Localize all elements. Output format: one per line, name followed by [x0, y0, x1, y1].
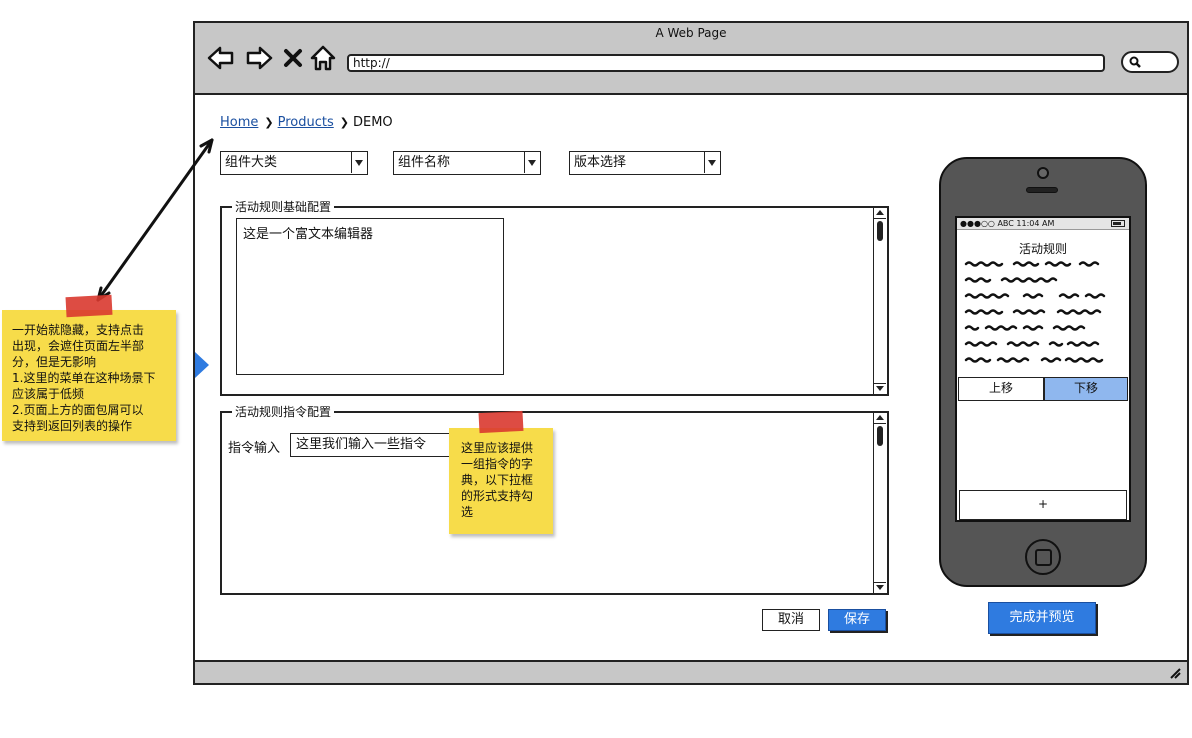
- note-line: 选: [461, 505, 474, 519]
- note-line: 一开始就隐藏，支持点击: [12, 323, 145, 337]
- note-line: 1.这里的菜单在这种场景下: [12, 371, 156, 385]
- note-line: 这里应该提供: [461, 441, 534, 455]
- note-line: 一组指令的字: [461, 457, 534, 471]
- note-line: 支持到返回列表的操作: [12, 419, 133, 433]
- sticky-note-left: 一开始就隐藏，支持点击 出现，会遮住页面左半部 分，但是无影响 1.这里的菜单在…: [2, 294, 176, 441]
- annotation-arrow: [96, 138, 214, 302]
- note-line: 出现，会遮住页面左半部: [12, 339, 145, 353]
- tape: [478, 410, 524, 434]
- note-line: 应该属于低频: [12, 387, 85, 401]
- note-line: 的形式支持勾: [461, 489, 534, 503]
- note-line: 2.页面上方的面包屑可以: [12, 403, 144, 417]
- sticky-note-middle: 这里应该提供 一组指令的字 典，以下拉框 的形式支持勾 选: [449, 410, 553, 534]
- tape: [65, 294, 113, 318]
- note-line: 分，但是无影响: [12, 355, 97, 369]
- note-line: 典，以下拉框: [461, 473, 534, 487]
